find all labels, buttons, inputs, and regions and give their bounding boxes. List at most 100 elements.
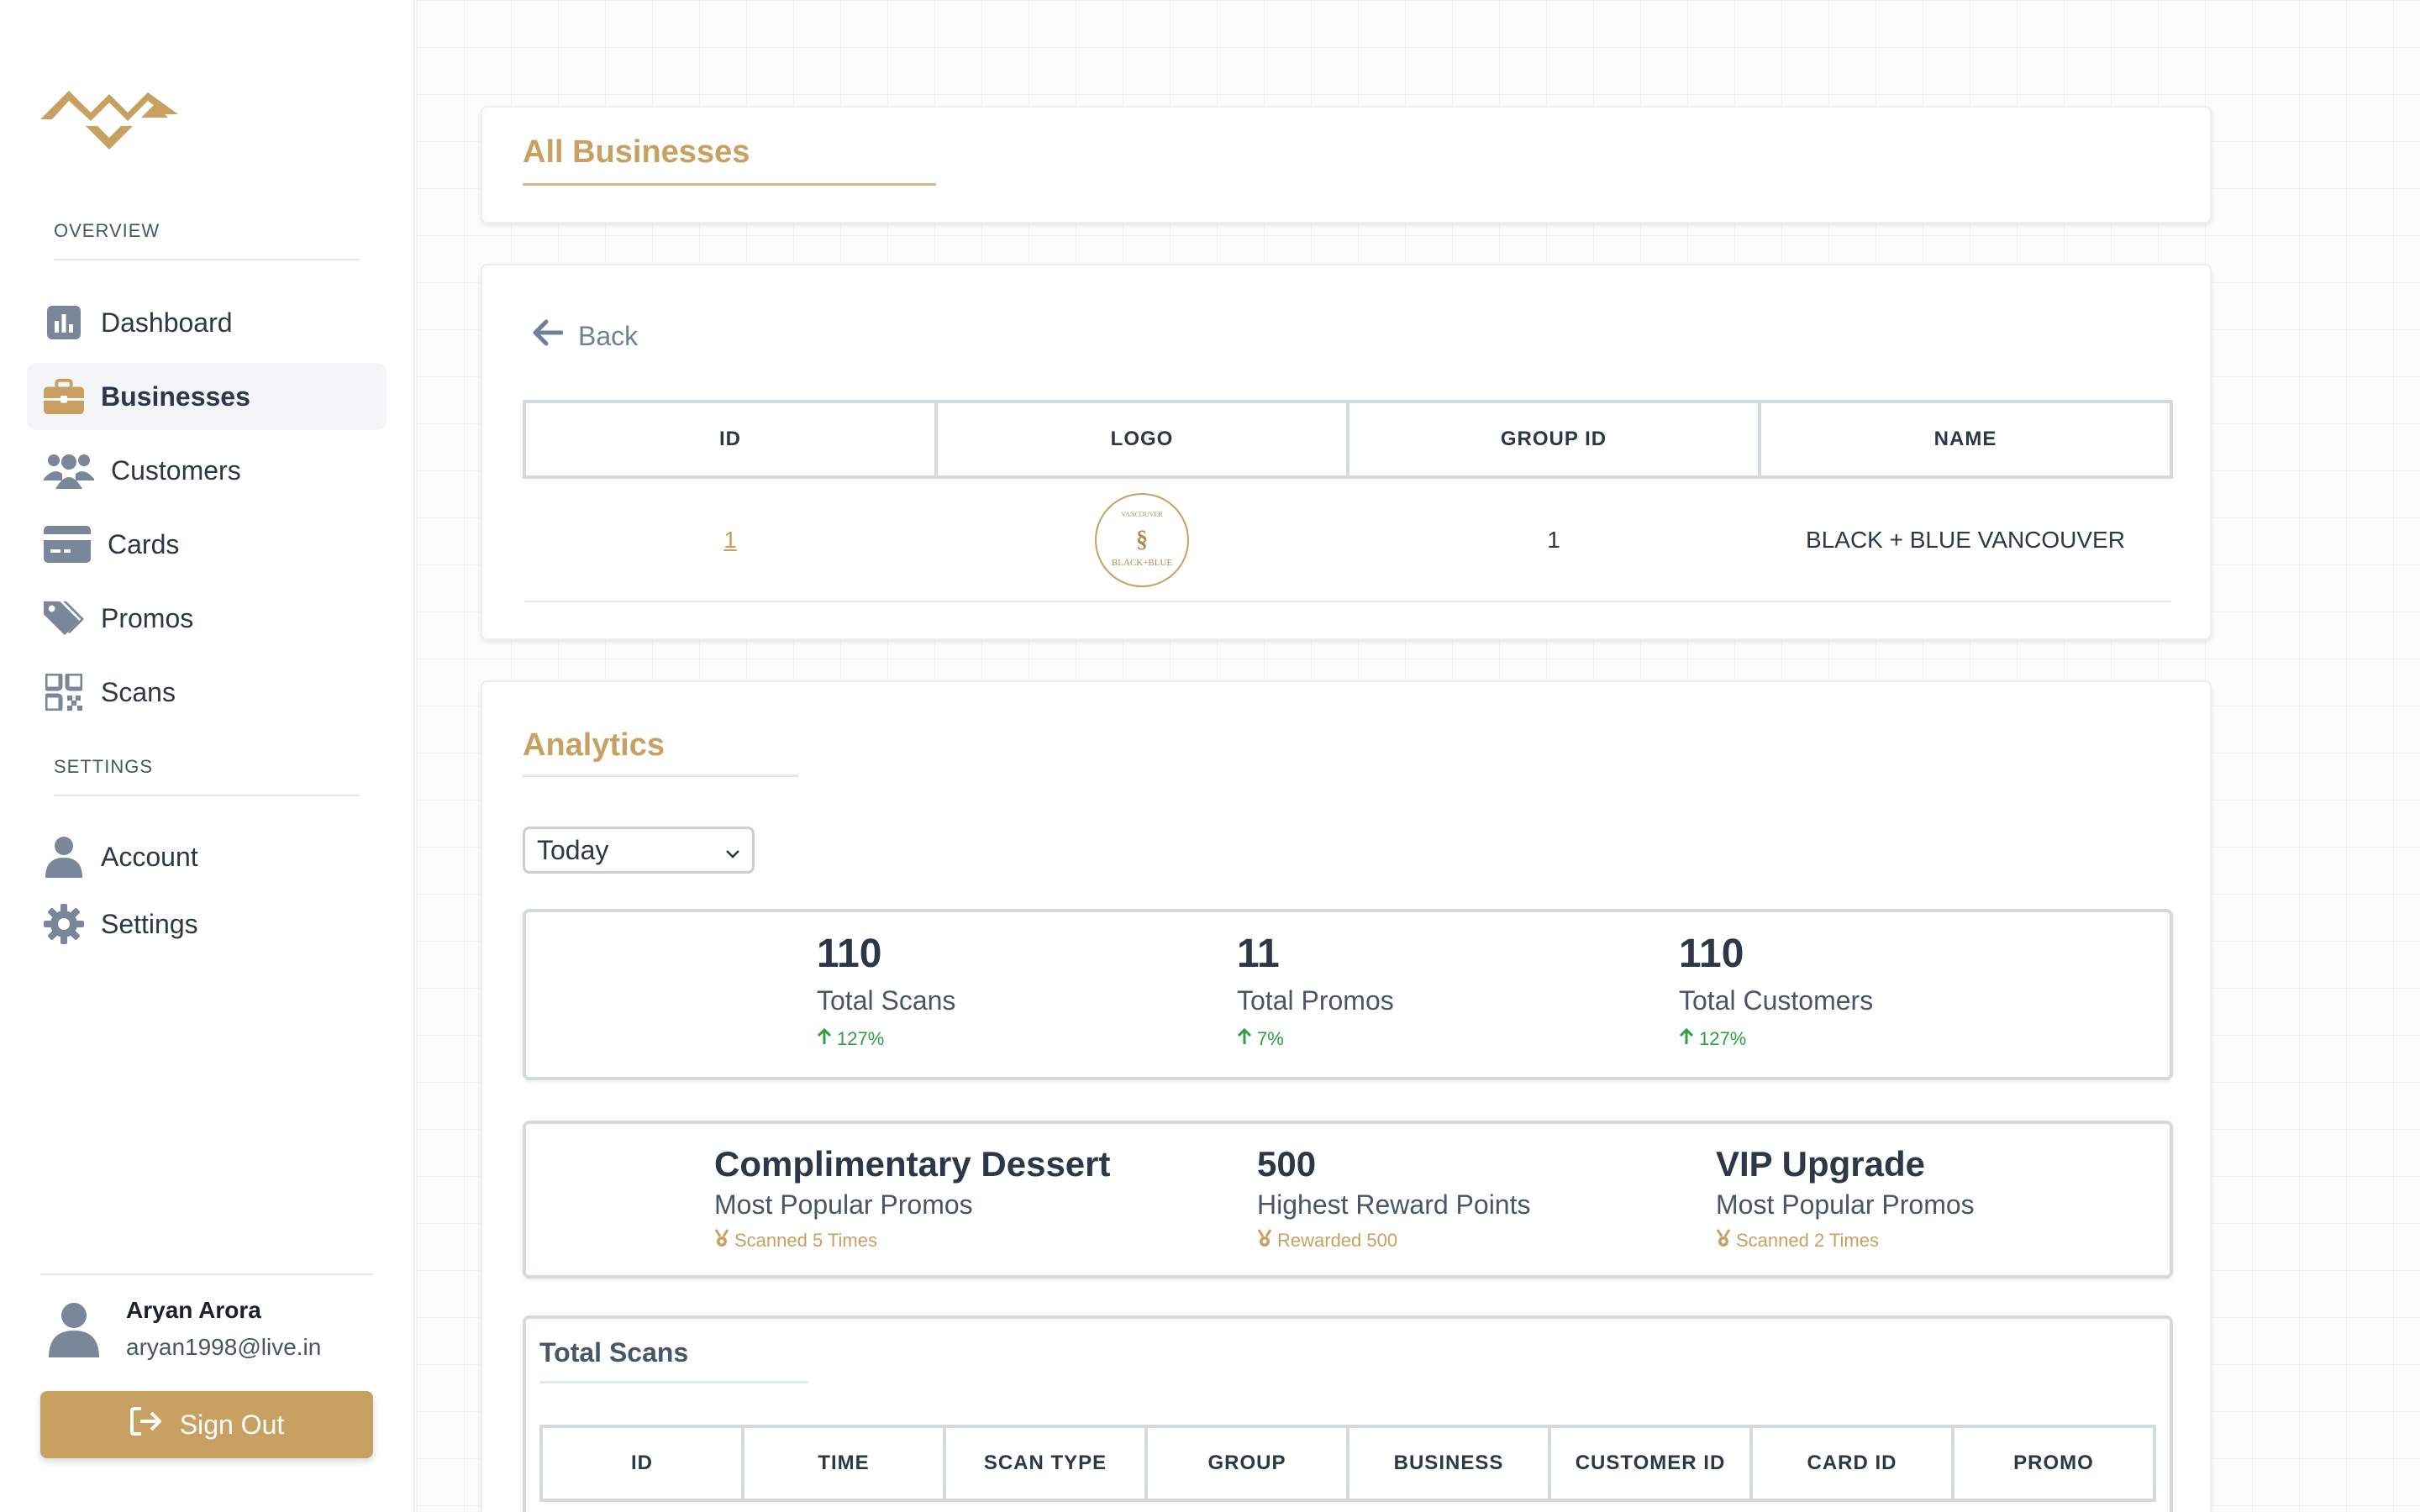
stat-change: 127% [817, 1027, 955, 1050]
sidebar-item-label: Customers [111, 454, 241, 486]
highlight-value: VIP Upgrade [1716, 1144, 1925, 1184]
medal-icon [1716, 1229, 1731, 1252]
stat-label: Total Customers [1679, 985, 1874, 1016]
arrow-up-icon [1237, 1027, 1252, 1050]
user-icon [44, 837, 84, 878]
sidebar-item-businesses[interactable]: Businesses [27, 363, 387, 430]
sidebar-item-promos[interactable]: Promos [27, 585, 387, 652]
arrow-left-icon [533, 319, 564, 353]
table-row: 1 VANCOUVER § BLACK+BLUE 1 BLACK + BLUE … [524, 477, 2171, 602]
stat-label: Total Scans [817, 985, 956, 1016]
highlight-label: Highest Reward Points [1257, 1189, 1531, 1220]
svg-text:§: § [1136, 527, 1148, 553]
highlight-sub: Rewarded 500 [1257, 1229, 1530, 1252]
highlight-vip-upgrade: VIP Upgrade Most Popular Promos Scanned … [1716, 1144, 1975, 1252]
stat-total-customers: 110 Total Customers 127% [1679, 931, 1873, 1050]
stat-value: 11 [1237, 932, 1280, 976]
highlight-value: Complimentary Dessert [714, 1144, 1111, 1184]
sidebar-item-settings[interactable]: Settings [27, 890, 387, 958]
column-header: PROMO [1951, 1425, 2156, 1502]
period-select-value: Today [537, 834, 609, 865]
sidebar-item-label: Scans [101, 676, 176, 707]
column-header: SCAN TYPE [943, 1425, 1148, 1502]
stat-value: 110 [817, 932, 882, 976]
highlight-sub-text: Scanned 5 Times [734, 1230, 877, 1251]
highlight-popular-promo: Complimentary Dessert Most Popular Promo… [714, 1144, 1111, 1252]
stat-change-value: 7% [1257, 1028, 1284, 1049]
sign-out-label: Sign Out [179, 1409, 285, 1440]
column-header: CARD ID [1749, 1425, 1954, 1502]
column-header: LOGO [934, 400, 1349, 479]
table-header-row: ID TIME SCAN TYPE GROUP BUSINESS CUSTOME… [539, 1425, 2156, 1502]
highlight-reward-points: 500 Highest Reward Points Rewarded 500 [1257, 1144, 1530, 1252]
stat-change-value: 127% [837, 1028, 885, 1049]
highlight-value: 500 [1257, 1144, 1317, 1184]
scans-table: ID TIME SCAN TYPE GROUP BUSINESS CUSTOME… [539, 1425, 2156, 1502]
group-id-cell: 1 [1348, 477, 1760, 602]
stat-change: 127% [1679, 1027, 1873, 1050]
divider [54, 795, 360, 796]
stat-change-value: 127% [1699, 1028, 1747, 1049]
gear-icon [44, 904, 84, 944]
bar-chart-icon [44, 302, 84, 343]
title-underline [523, 183, 936, 186]
column-header: ID [523, 400, 938, 479]
title-underline [539, 1381, 808, 1383]
sign-out-icon [129, 1406, 163, 1443]
sidebar-item-label: Cards [108, 528, 180, 559]
title-underline [523, 774, 798, 777]
stat-change: 7% [1237, 1027, 1394, 1050]
highlight-sub: Scanned 2 Times [1716, 1229, 1975, 1252]
stats-summary: 110 Total Scans 127% 11 Total Promos 7% … [523, 909, 2173, 1080]
stat-value: 110 [1679, 932, 1744, 976]
page-title: All Businesses [523, 134, 750, 170]
briefcase-icon [44, 376, 84, 417]
overview-section-label: OVERVIEW [54, 220, 160, 241]
sidebar-item-cards[interactable]: Cards [27, 511, 387, 578]
arrow-up-icon [1679, 1027, 1694, 1050]
sidebar-item-account[interactable]: Account [27, 823, 387, 890]
back-label: Back [578, 320, 639, 351]
column-header: NAME [1758, 400, 2173, 479]
highlight-label: Most Popular Promos [1716, 1189, 1975, 1220]
business-table: ID LOGO GROUP ID NAME 1 VANCOUVER § BLAC… [523, 400, 2173, 602]
table-header-row: ID LOGO GROUP ID NAME [523, 400, 2173, 479]
sidebar-item-scans[interactable]: Scans [27, 659, 387, 726]
divider [40, 1273, 373, 1275]
highlight-sub-text: Scanned 2 Times [1736, 1230, 1879, 1251]
logo-text-bottom: BLACK+BLUE [1112, 558, 1172, 568]
sidebar-item-label: Settings [101, 908, 198, 939]
stat-total-promos: 11 Total Promos 7% [1237, 931, 1394, 1050]
business-logo: VANCOUVER § BLACK+BLUE [1095, 492, 1189, 587]
settings-section-label: SETTINGS [54, 756, 154, 777]
user-email: aryan1998@live.in [126, 1334, 322, 1360]
brand-logo[interactable] [40, 67, 178, 151]
qr-code-icon [44, 672, 84, 712]
business-card: Back ID LOGO GROUP ID NAME 1 VANCOUVER §… [481, 264, 2212, 640]
sidebar-item-customers[interactable]: Customers [27, 437, 387, 504]
sidebar-item-label: Account [101, 841, 198, 872]
header-card: All Businesses [481, 106, 2212, 223]
arrow-up-icon [817, 1027, 832, 1050]
business-logo-cell: VANCOUVER § BLACK+BLUE [936, 477, 1348, 602]
column-header: TIME [741, 1425, 946, 1502]
sign-out-button[interactable]: Sign Out [40, 1391, 373, 1458]
highlight-label: Most Popular Promos [714, 1189, 973, 1220]
business-id-link[interactable]: 1 [723, 527, 737, 553]
stat-label: Total Promos [1237, 985, 1394, 1016]
medal-icon [1257, 1229, 1272, 1252]
business-id-cell: 1 [524, 477, 936, 602]
tags-icon [44, 598, 84, 638]
column-header: ID [539, 1425, 744, 1502]
back-button[interactable]: Back [533, 319, 638, 353]
user-name: Aryan Arora [126, 1297, 261, 1323]
highlight-sub-text: Rewarded 500 [1277, 1230, 1398, 1251]
sidebar-item-dashboard[interactable]: Dashboard [27, 289, 387, 356]
total-scans-panel: Total Scans ID TIME SCAN TYPE GROUP BUSI… [523, 1315, 2173, 1512]
analytics-card: Analytics Today 110 Total Scans 127% 11 … [481, 680, 2212, 1512]
credit-card-icon [44, 524, 91, 564]
medal-icon [714, 1229, 729, 1252]
column-header: GROUP [1144, 1425, 1349, 1502]
sidebar-item-label: Businesses [101, 381, 250, 412]
period-select[interactable]: Today [523, 827, 755, 874]
